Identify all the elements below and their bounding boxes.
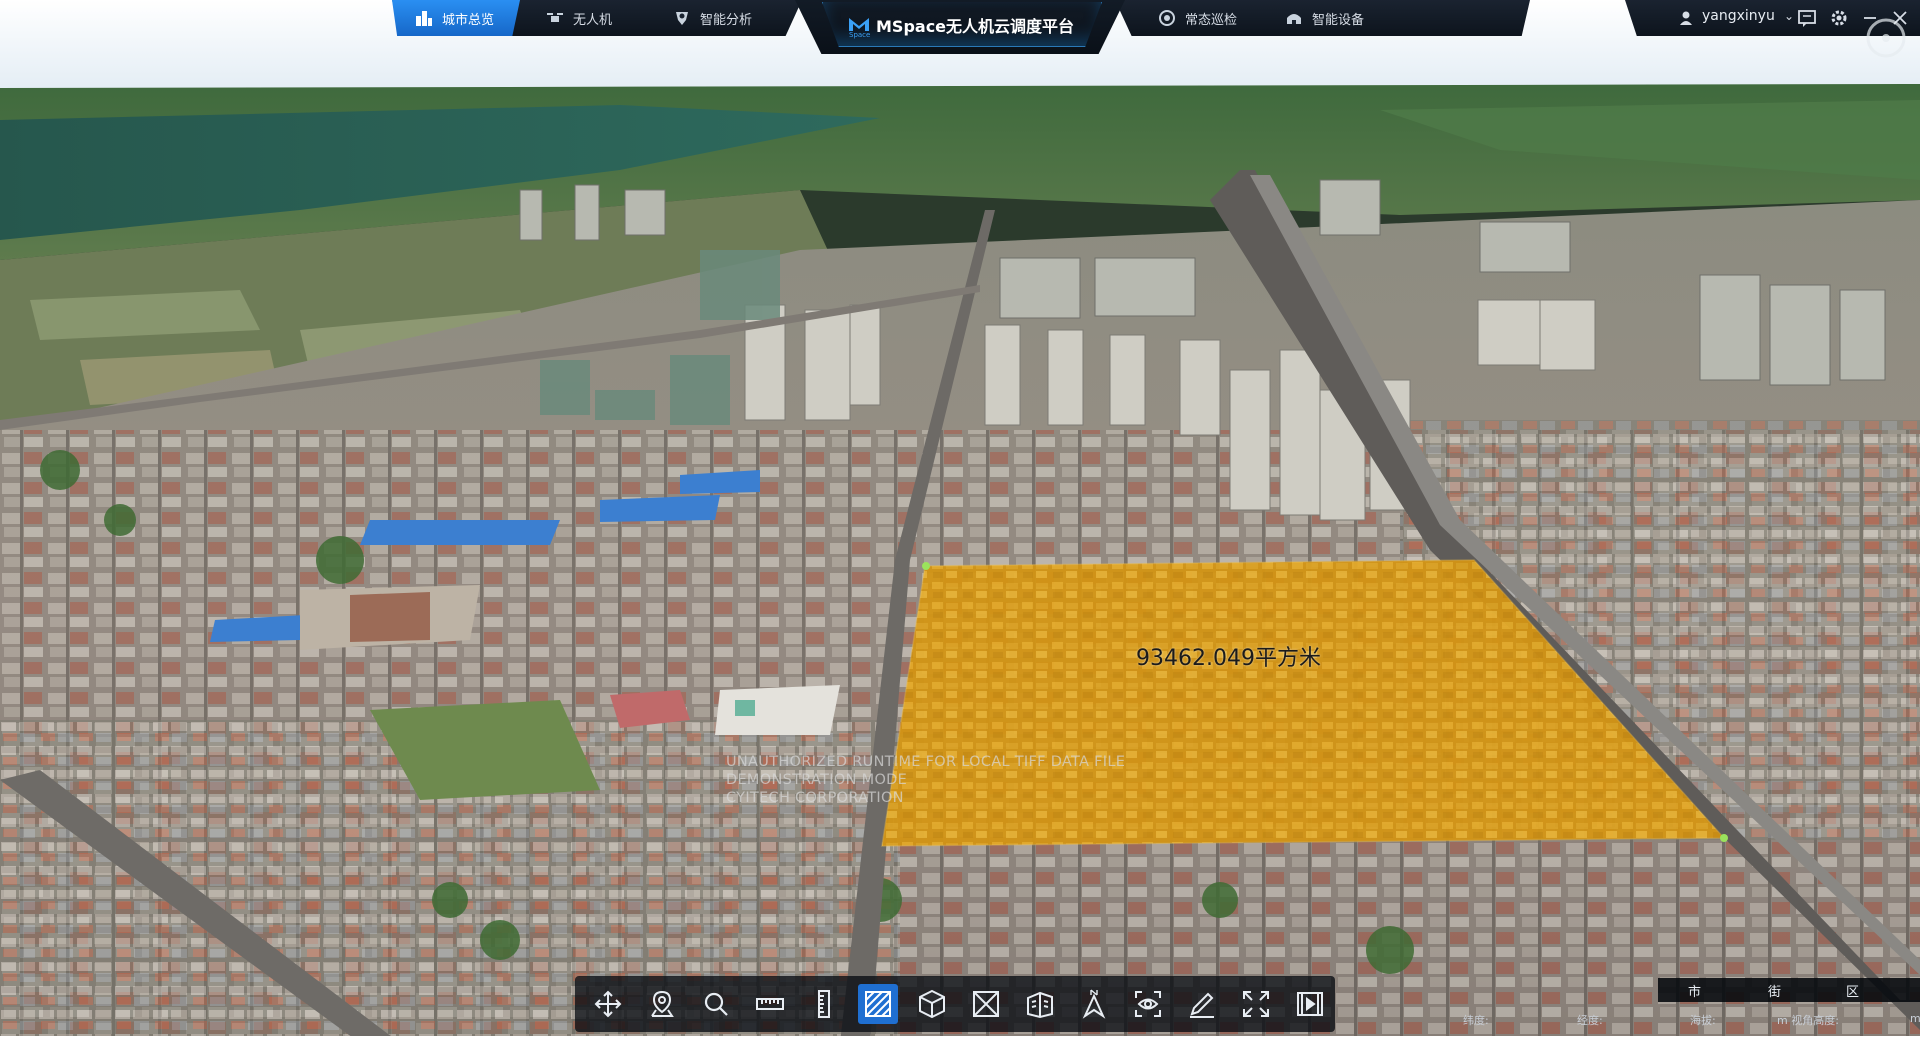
fullscreen-icon [1243, 991, 1269, 1017]
tab-label: 常态巡检 [1185, 12, 1238, 28]
app-title-text: MSpace无人机云调度平台 [876, 17, 1075, 36]
eye-icon [1135, 991, 1161, 1017]
north-tool[interactable] [1074, 984, 1114, 1024]
drone-icon [545, 8, 565, 28]
top-navigation-bar: 城市总览 无人机 智能分析 MSpace无人机云调度平台 Space 常态巡检 … [0, 0, 1920, 54]
draw-tool[interactable] [1182, 984, 1222, 1024]
tab-routine-patrol[interactable]: 常态巡检 [1157, 0, 1237, 36]
longitude-label: 经度: [1577, 1014, 1603, 1027]
patrol-icon [1157, 8, 1177, 28]
user-name[interactable]: yangxinyu [1702, 8, 1775, 24]
scale-city-button[interactable]: 市 [1688, 981, 1701, 1000]
location-tool[interactable] [642, 984, 682, 1024]
tab-label: 智能分析 [700, 12, 753, 28]
smart-device-icon [1284, 8, 1304, 28]
distance-tool[interactable] [750, 984, 790, 1024]
watermark-line: CYITECH CORPORATION [726, 790, 904, 806]
map-pin-icon [651, 990, 674, 1017]
unit-label: m [1910, 1012, 1920, 1025]
building-icon [1027, 991, 1053, 1019]
compass-icon[interactable] [1862, 18, 1910, 66]
view-height-label: m 视角高度: [1777, 1014, 1839, 1027]
scale-level-panel: 市 街 区 [1658, 978, 1920, 1002]
message-icon[interactable] [1797, 8, 1817, 28]
user-icon[interactable] [1676, 8, 1696, 28]
tab-smart-device[interactable]: 智能设备 [1284, 0, 1364, 36]
search-icon [704, 992, 728, 1016]
logo-subtext: Space [849, 31, 871, 39]
cube-icon [919, 989, 945, 1019]
volume-tool[interactable] [912, 984, 952, 1024]
building-tool[interactable] [1020, 984, 1060, 1024]
tab-city-overview[interactable]: 城市总览 [392, 0, 521, 36]
scale-street-button[interactable]: 街 [1768, 981, 1781, 1000]
city-overview-icon [414, 8, 434, 28]
coordinate-status-bar: 纬度: 经度: 海拔: m 视角高度: m [1455, 1008, 1920, 1030]
tab-label: 城市总览 [442, 12, 495, 28]
video-tool[interactable] [1290, 984, 1330, 1024]
gear-icon[interactable] [1829, 8, 1849, 28]
brain-analysis-icon [672, 8, 692, 28]
watermark-line: UNAUTHORIZED RUNTIME FOR LOCAL TIFF DATA… [726, 754, 1126, 770]
tab-drone[interactable]: 无人机 [545, 0, 612, 36]
play-icon [1297, 992, 1323, 1016]
map-toolbar [575, 976, 1335, 1032]
user-dropdown-caret[interactable]: ⌄ [1784, 9, 1794, 23]
north-arrow-icon [1082, 989, 1106, 1019]
area-measure-label: 93462.049平方米 [1136, 646, 1321, 671]
app-title: MSpace无人机云调度平台 [848, 12, 1078, 38]
area-tool[interactable] [858, 984, 898, 1024]
tab-label: 智能设备 [1312, 12, 1365, 28]
ruler-icon [756, 998, 784, 1010]
move-arrows-icon [594, 990, 622, 1018]
bottom-edge [0, 1036, 1920, 1043]
pan-tool[interactable] [588, 984, 628, 1024]
watermark-line: DEMONSTRATION MODE [726, 772, 908, 788]
scale-district-button[interactable]: 区 [1846, 981, 1859, 1000]
area-measure-icon [865, 991, 891, 1017]
fullscreen-tool[interactable] [1236, 984, 1276, 1024]
viewshed-tool[interactable] [1128, 984, 1168, 1024]
latitude-label: 纬度: [1463, 1014, 1489, 1027]
pen-icon [1190, 992, 1214, 1018]
height-tool[interactable] [804, 984, 844, 1024]
section-tool[interactable] [966, 984, 1006, 1024]
tab-smart-analysis[interactable]: 智能分析 [672, 0, 752, 36]
search-tool[interactable] [696, 984, 736, 1024]
map-viewport[interactable] [0, 0, 1920, 1043]
vertical-ruler-icon [818, 990, 830, 1018]
watermark-text: UNAUTHORIZED RUNTIME FOR LOCAL TIFF DATA… [726, 753, 1125, 807]
altitude-label: 海拔: [1690, 1014, 1716, 1027]
tab-label: 无人机 [573, 12, 613, 28]
cross-section-icon [973, 991, 999, 1017]
